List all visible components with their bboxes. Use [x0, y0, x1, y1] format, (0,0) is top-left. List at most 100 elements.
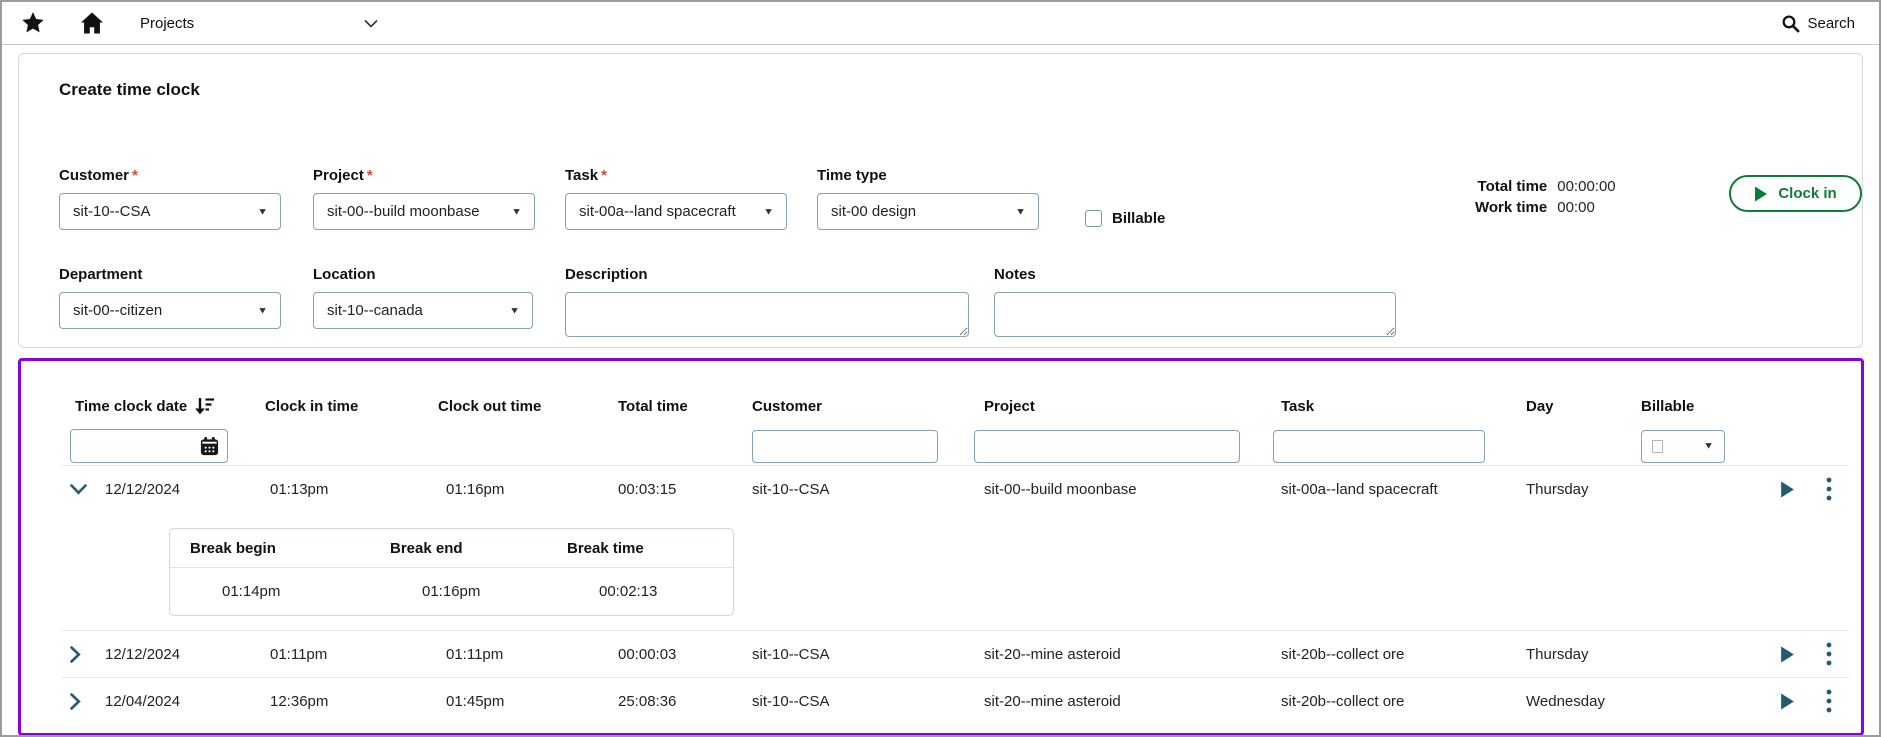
cell-clock-in: 01:13pm: [265, 481, 438, 498]
break-begin-value: 01:14pm: [170, 583, 370, 600]
cell-clock-in: 12:36pm: [265, 693, 438, 710]
cell-clock-out: 01:16pm: [438, 481, 618, 498]
description-textarea[interactable]: [565, 292, 969, 337]
break-time-value: 00:02:13: [547, 583, 734, 600]
column-header-day[interactable]: Day: [1526, 398, 1641, 415]
caret-down-icon: ▼: [1015, 206, 1026, 216]
expand-row-chevron-right-icon[interactable]: [62, 646, 105, 663]
table-row[interactable]: 12/12/2024 01:13pm 01:16pm 00:03:15 sit-…: [62, 465, 1849, 512]
break-subtable: Break begin Break end Break time 01:14pm…: [169, 528, 734, 616]
kebab-menu-icon[interactable]: [1809, 678, 1849, 724]
customer-filter-input[interactable]: [752, 430, 938, 463]
column-header-customer[interactable]: Customer: [752, 398, 984, 415]
cell-clock-in: 01:11pm: [265, 646, 438, 663]
cell-task: sit-20b--collect ore: [1281, 646, 1526, 663]
time-type-value: sit-00 design: [831, 203, 916, 220]
department-value: sit-00--citizen: [73, 302, 162, 319]
task-value: sit-00a--land spacecraft: [579, 203, 736, 220]
nav-module-select[interactable]: Projects: [140, 2, 378, 44]
caret-down-icon: ▼: [1703, 441, 1714, 451]
column-header-project[interactable]: Project: [984, 398, 1281, 415]
caret-down-icon: ▼: [257, 206, 268, 216]
caret-down-icon: ▼: [509, 305, 520, 315]
cell-total: 00:00:03: [618, 646, 752, 663]
sort-descending-icon[interactable]: [195, 397, 215, 416]
play-row-button[interactable]: [1765, 631, 1809, 677]
table-row[interactable]: 12/12/2024 01:11pm 01:11pm 00:00:03 sit-…: [62, 630, 1849, 677]
work-time-value: 00:00: [1557, 199, 1615, 216]
column-header-billable[interactable]: Billable: [1641, 398, 1849, 415]
customer-value: sit-10--CSA: [73, 203, 151, 220]
favorite-star-icon[interactable]: [20, 10, 46, 36]
nav-module-label: Projects: [140, 15, 194, 32]
cell-customer: sit-10--CSA: [752, 481, 984, 498]
caret-down-icon: ▼: [511, 206, 522, 216]
project-label: Project*: [313, 167, 535, 184]
cell-total: 00:03:15: [618, 481, 752, 498]
billable-filter-select[interactable]: ▼: [1641, 430, 1725, 463]
task-label: Task*: [565, 167, 787, 184]
time-clock-table-panel: Time clock date Clock in time Clock out …: [18, 358, 1864, 736]
work-time-label: Work time: [1475, 199, 1547, 216]
clock-in-label: Clock in: [1778, 185, 1836, 202]
department-select[interactable]: sit-00--citizen ▼: [59, 292, 281, 329]
time-type-select[interactable]: sit-00 design ▼: [817, 193, 1039, 230]
total-time-value: 00:00:00: [1557, 178, 1615, 195]
table-filter-row: ▼: [62, 427, 1849, 465]
cell-clock-out: 01:45pm: [438, 693, 618, 710]
table-row[interactable]: 12/04/2024 12:36pm 01:45pm 25:08:36 sit-…: [62, 677, 1849, 724]
cell-project: sit-20--mine asteroid: [984, 646, 1281, 663]
play-row-button[interactable]: [1765, 466, 1809, 512]
expand-row-chevron-right-icon[interactable]: [62, 693, 105, 710]
customer-select[interactable]: sit-10--CSA ▼: [59, 193, 281, 230]
cell-project: sit-00--build moonbase: [984, 481, 1281, 498]
app-window: Projects Search Create time clock Custom…: [0, 0, 1881, 737]
task-select[interactable]: sit-00a--land spacecraft ▼: [565, 193, 787, 230]
search-button[interactable]: Search: [1781, 2, 1855, 44]
search-icon: [1781, 14, 1800, 33]
column-header-total[interactable]: Total time: [618, 398, 752, 415]
kebab-menu-icon[interactable]: [1809, 631, 1849, 677]
calendar-icon[interactable]: [199, 436, 220, 457]
required-marker: *: [132, 167, 138, 184]
project-value: sit-00--build moonbase: [327, 203, 480, 220]
billable-label: Billable: [1112, 210, 1165, 227]
column-header-task[interactable]: Task: [1281, 398, 1526, 415]
required-marker: *: [367, 167, 373, 184]
cell-date: 12/12/2024: [105, 481, 265, 498]
customer-label: Customer*: [59, 167, 281, 184]
table-header-row: Time clock date Clock in time Clock out …: [62, 397, 1849, 416]
project-select[interactable]: sit-00--build moonbase ▼: [313, 193, 535, 230]
cell-project: sit-20--mine asteroid: [984, 693, 1281, 710]
time-type-label: Time type: [817, 167, 1039, 184]
billable-checkbox[interactable]: [1085, 210, 1102, 227]
notes-textarea[interactable]: [994, 292, 1396, 337]
cell-date: 12/04/2024: [105, 693, 265, 710]
required-marker: *: [601, 167, 607, 184]
card-title: Create time clock: [59, 80, 200, 100]
column-header-clock-out[interactable]: Clock out time: [438, 398, 618, 415]
cell-date: 12/12/2024: [105, 646, 265, 663]
cell-clock-out: 01:11pm: [438, 646, 618, 663]
home-icon[interactable]: [78, 9, 106, 37]
cell-task: sit-00a--land spacecraft: [1281, 481, 1526, 498]
create-time-clock-card: Create time clock Customer* sit-10--CSA …: [18, 53, 1863, 348]
break-begin-header: Break begin: [170, 540, 370, 557]
clock-in-button[interactable]: Clock in: [1729, 175, 1862, 212]
column-header-clock-in[interactable]: Clock in time: [265, 398, 438, 415]
project-filter-input[interactable]: [974, 430, 1240, 463]
cell-total: 25:08:36: [618, 693, 752, 710]
date-filter-input[interactable]: [70, 429, 228, 463]
task-filter-input[interactable]: [1273, 430, 1485, 463]
department-label: Department: [59, 266, 281, 283]
location-select[interactable]: sit-10--canada ▼: [313, 292, 533, 329]
column-header-date[interactable]: Time clock date: [75, 397, 265, 416]
play-row-button[interactable]: [1765, 678, 1809, 724]
caret-down-icon: ▼: [257, 305, 268, 315]
cell-day: Wednesday: [1526, 693, 1641, 710]
break-time-header: Break time: [547, 540, 734, 557]
kebab-menu-icon[interactable]: [1809, 466, 1849, 512]
collapse-row-chevron-down-icon[interactable]: [62, 484, 105, 495]
caret-down-icon: ▼: [763, 206, 774, 216]
total-time-label: Total time: [1475, 178, 1547, 195]
